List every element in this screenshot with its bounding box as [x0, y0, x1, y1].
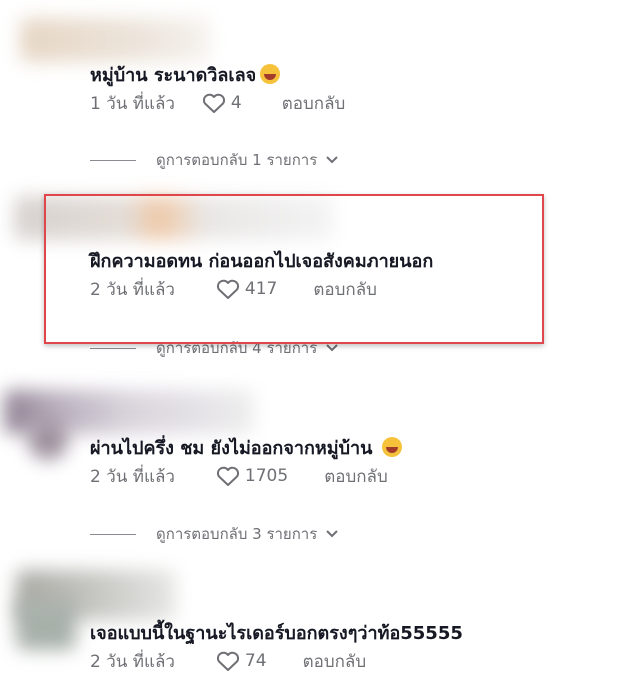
comment-time: 2 วัน ที่แล้ว: [90, 466, 175, 487]
comment-text: หมู่บ้าน ระนาดวิลเลจ: [90, 60, 281, 89]
blurred-avatar: [16, 600, 76, 650]
laughing-crying-emoji-icon: [260, 64, 281, 84]
highlight-box: [44, 194, 544, 344]
laughing-crying-emoji-icon: [382, 437, 403, 457]
view-replies-button[interactable]: ดูการตอบกลับ 3 รายการ: [90, 524, 339, 544]
view-replies-label: ดูการตอบกลับ 3 รายการ: [156, 525, 318, 543]
blurred-avatar-username: [20, 18, 210, 62]
heart-icon: [216, 651, 239, 671]
blurred-avatar: [28, 420, 68, 460]
divider-line: [90, 347, 136, 349]
comment-item: หมู่บ้าน ระนาดวิลเลจ 1 วัน ที่แล้ว 4 ตอบ…: [0, 0, 634, 169]
reply-button[interactable]: ตอบกลับ: [324, 463, 388, 490]
comment-text: ผ่านไปครึ่ง ชม ยังไม่ออกจากหมู่บ้าน: [90, 433, 403, 462]
like-count: 4: [230, 93, 242, 113]
reply-button[interactable]: ตอบกลับ: [282, 90, 346, 117]
like-button[interactable]: 74: [215, 649, 267, 673]
divider-line: [90, 159, 136, 161]
like-count: 1705: [244, 466, 289, 486]
view-replies-button[interactable]: ดูการตอบกลับ 1 รายการ: [90, 150, 339, 170]
heart-icon: [216, 466, 239, 486]
comment-item: เจอแบบนี้ในฐานะไรเดอร์บอกตรงๆว่าท้อ55555…: [0, 560, 634, 680]
chevron-down-icon: [326, 344, 338, 352]
reply-button[interactable]: ตอบกลับ: [303, 648, 367, 675]
comment-meta: 2 วัน ที่แล้ว 74 ตอบกลับ: [90, 649, 366, 673]
comment-time: 1 วัน ที่แล้ว: [90, 93, 175, 114]
comment-text: เจอแบบนี้ในฐานะไรเดอร์บอกตรงๆว่าท้อ55555: [90, 623, 463, 644]
chevron-down-icon: [326, 530, 338, 538]
comment-time: 2 วัน ที่แล้ว: [90, 651, 175, 672]
chevron-down-icon: [326, 156, 338, 164]
comment-item: ผ่านไปครึ่ง ชม ยังไม่ออกจากหมู่บ้าน 2 วั…: [0, 380, 634, 543]
comment-meta: 2 วัน ที่แล้ว 1705 ตอบกลับ: [90, 464, 388, 488]
like-button[interactable]: 4: [201, 91, 242, 115]
divider-line: [90, 533, 136, 535]
like-count: 74: [244, 651, 267, 671]
like-button[interactable]: 1705: [215, 464, 288, 488]
comment-meta: 1 วัน ที่แล้ว 4 ตอบกลับ: [90, 91, 345, 115]
heart-icon: [202, 93, 225, 113]
view-replies-label: ดูการตอบกลับ 1 รายการ: [156, 151, 318, 169]
